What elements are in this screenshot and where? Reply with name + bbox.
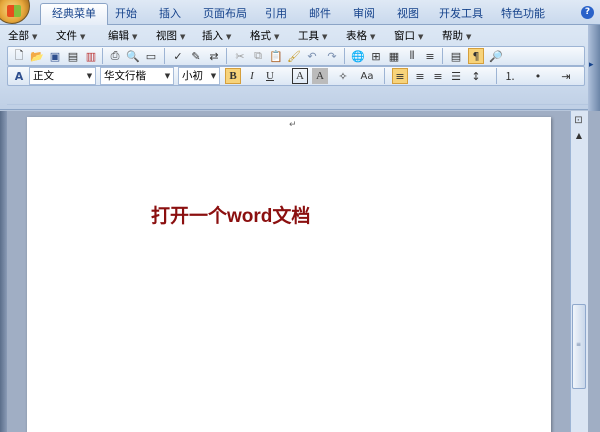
tab-mailings[interactable]: 邮件: [306, 4, 334, 25]
scrollbar-thumb[interactable]: ≡: [572, 304, 586, 389]
underline-button[interactable]: U: [262, 68, 278, 84]
cut-icon[interactable]: ✂: [232, 48, 248, 64]
tab-home[interactable]: 开始: [112, 4, 140, 25]
toolbar-separator: [102, 48, 103, 64]
indent-icon[interactable]: ⇥: [558, 68, 574, 84]
format-painter-icon[interactable]: 🖌: [286, 48, 302, 64]
spelling-icon[interactable]: ✓: [170, 48, 186, 64]
table-icon[interactable]: ⊞: [368, 48, 384, 64]
toolbar-separator: [442, 48, 443, 64]
hyperlink-icon[interactable]: 🌐: [350, 48, 366, 64]
tab-developer[interactable]: 开发工具: [436, 4, 486, 25]
tab-references[interactable]: 引用: [262, 4, 290, 25]
toolbar-more-chevron-icon[interactable]: ▸: [589, 60, 599, 70]
columns-icon[interactable]: ⫴: [404, 48, 420, 64]
paste-icon[interactable]: 📋: [268, 48, 284, 64]
office-button[interactable]: [0, 0, 30, 24]
pdf-icon[interactable]: ▥: [83, 48, 99, 64]
office-logo-icon: [7, 5, 21, 17]
italic-button[interactable]: I: [244, 68, 260, 84]
permission-icon[interactable]: ▤: [65, 48, 81, 64]
zoom-icon[interactable]: 🔎: [488, 48, 504, 64]
toolbar-separator: [344, 48, 345, 64]
menu-table[interactable]: 表格 ▼: [346, 28, 375, 44]
save-icon[interactable]: ▣: [47, 48, 63, 64]
font-size-select[interactable]: 小初 ▼: [178, 67, 220, 85]
print-preview-icon[interactable]: 🔍: [125, 48, 141, 64]
scroll-up-icon[interactable]: ▲: [573, 130, 585, 142]
show-formatting-icon[interactable]: ¶: [468, 48, 484, 64]
menu-help[interactable]: 帮助 ▼: [442, 28, 471, 44]
font-select[interactable]: 华文行楷 ▼: [100, 67, 174, 85]
menu-tools[interactable]: 工具 ▼: [298, 28, 327, 44]
insert-table-icon[interactable]: ▦: [386, 48, 402, 64]
open-folder-icon[interactable]: 📂: [29, 48, 45, 64]
print-icon[interactable]: ⎙: [107, 48, 123, 64]
tab-insert[interactable]: 插入: [156, 4, 184, 25]
text-effects-icon[interactable]: ✧: [332, 68, 354, 84]
document-page[interactable]: ↵ 打开一个word文档: [27, 117, 551, 432]
toolbar-separator: [384, 68, 385, 84]
justify-icon[interactable]: ☰: [448, 68, 464, 84]
toolbar-bottom-band: [7, 95, 593, 105]
command-area: 全部 ▼ 文件 ▼ 编辑 ▼ 视图 ▼ 插入 ▼ 格式 ▼ 工具 ▼ 表格 ▼ 窗口 ▼ 帮助 ▼ …: [0, 25, 600, 110]
scroll-grip-icon: ≡: [576, 341, 582, 348]
menu-file[interactable]: 文件 ▼: [56, 28, 85, 44]
line-spacing-icon[interactable]: ↕: [468, 68, 484, 84]
menu-insert[interactable]: 插入 ▼: [202, 28, 231, 44]
document-map-icon[interactable]: ▤: [448, 48, 464, 64]
character-border-button[interactable]: A: [292, 68, 308, 84]
numbering-icon[interactable]: ⒈: [502, 68, 518, 84]
redo-icon[interactable]: ↷: [324, 48, 340, 64]
research-icon[interactable]: ✎: [188, 48, 204, 64]
style-select[interactable]: 正文 ▼: [29, 67, 96, 85]
tab-special-features[interactable]: 特色功能: [498, 4, 548, 25]
ribbon-tab-row: 经典菜单 开始 插入 页面布局 引用 邮件 审阅 视图 开发工具 特色功能 ?: [0, 0, 600, 26]
tab-review[interactable]: 审阅: [350, 4, 378, 25]
paragraph-mark: ↵: [289, 120, 297, 130]
ruler-icon[interactable]: ⊡: [572, 114, 585, 127]
new-document-icon[interactable]: 🗋: [11, 48, 27, 64]
align-center-icon[interactable]: ≡: [412, 68, 428, 84]
styles-icon[interactable]: A: [11, 68, 27, 84]
toolbar-separator: [226, 48, 227, 64]
left-window-edge: [0, 111, 7, 432]
align-left-icon[interactable]: ≡: [392, 68, 408, 84]
menu-all[interactable]: 全部 ▼: [8, 28, 37, 44]
tab-view[interactable]: 视图: [394, 4, 422, 25]
character-shading-button[interactable]: A: [312, 68, 328, 84]
undo-icon[interactable]: ↶: [304, 48, 320, 64]
document-text[interactable]: 打开一个word文档: [151, 201, 310, 228]
drawing-icon[interactable]: ≡: [422, 48, 438, 64]
translate-icon[interactable]: ⇄: [206, 48, 222, 64]
menu-edit[interactable]: 编辑 ▼: [108, 28, 137, 44]
tab-classic-menu[interactable]: 经典菜单: [40, 3, 108, 26]
menu-format[interactable]: 格式 ▼: [250, 28, 279, 44]
document-area: ↵ 打开一个word文档: [0, 111, 600, 432]
read-mode-icon[interactable]: ▭: [143, 48, 159, 64]
align-right-icon[interactable]: ≡: [430, 68, 446, 84]
help-icon[interactable]: ?: [581, 6, 594, 19]
bold-button[interactable]: B: [225, 68, 241, 84]
copy-icon[interactable]: ⧉: [250, 48, 266, 64]
change-case-button[interactable]: Aa: [356, 68, 378, 84]
toolbar-separator: [496, 68, 497, 84]
menu-view[interactable]: 视图 ▼: [156, 28, 185, 44]
toolbar-separator: [164, 48, 165, 64]
menu-window[interactable]: 窗口 ▼: [394, 28, 423, 44]
tab-page-layout[interactable]: 页面布局: [200, 4, 250, 25]
bullets-icon[interactable]: •: [530, 68, 546, 84]
